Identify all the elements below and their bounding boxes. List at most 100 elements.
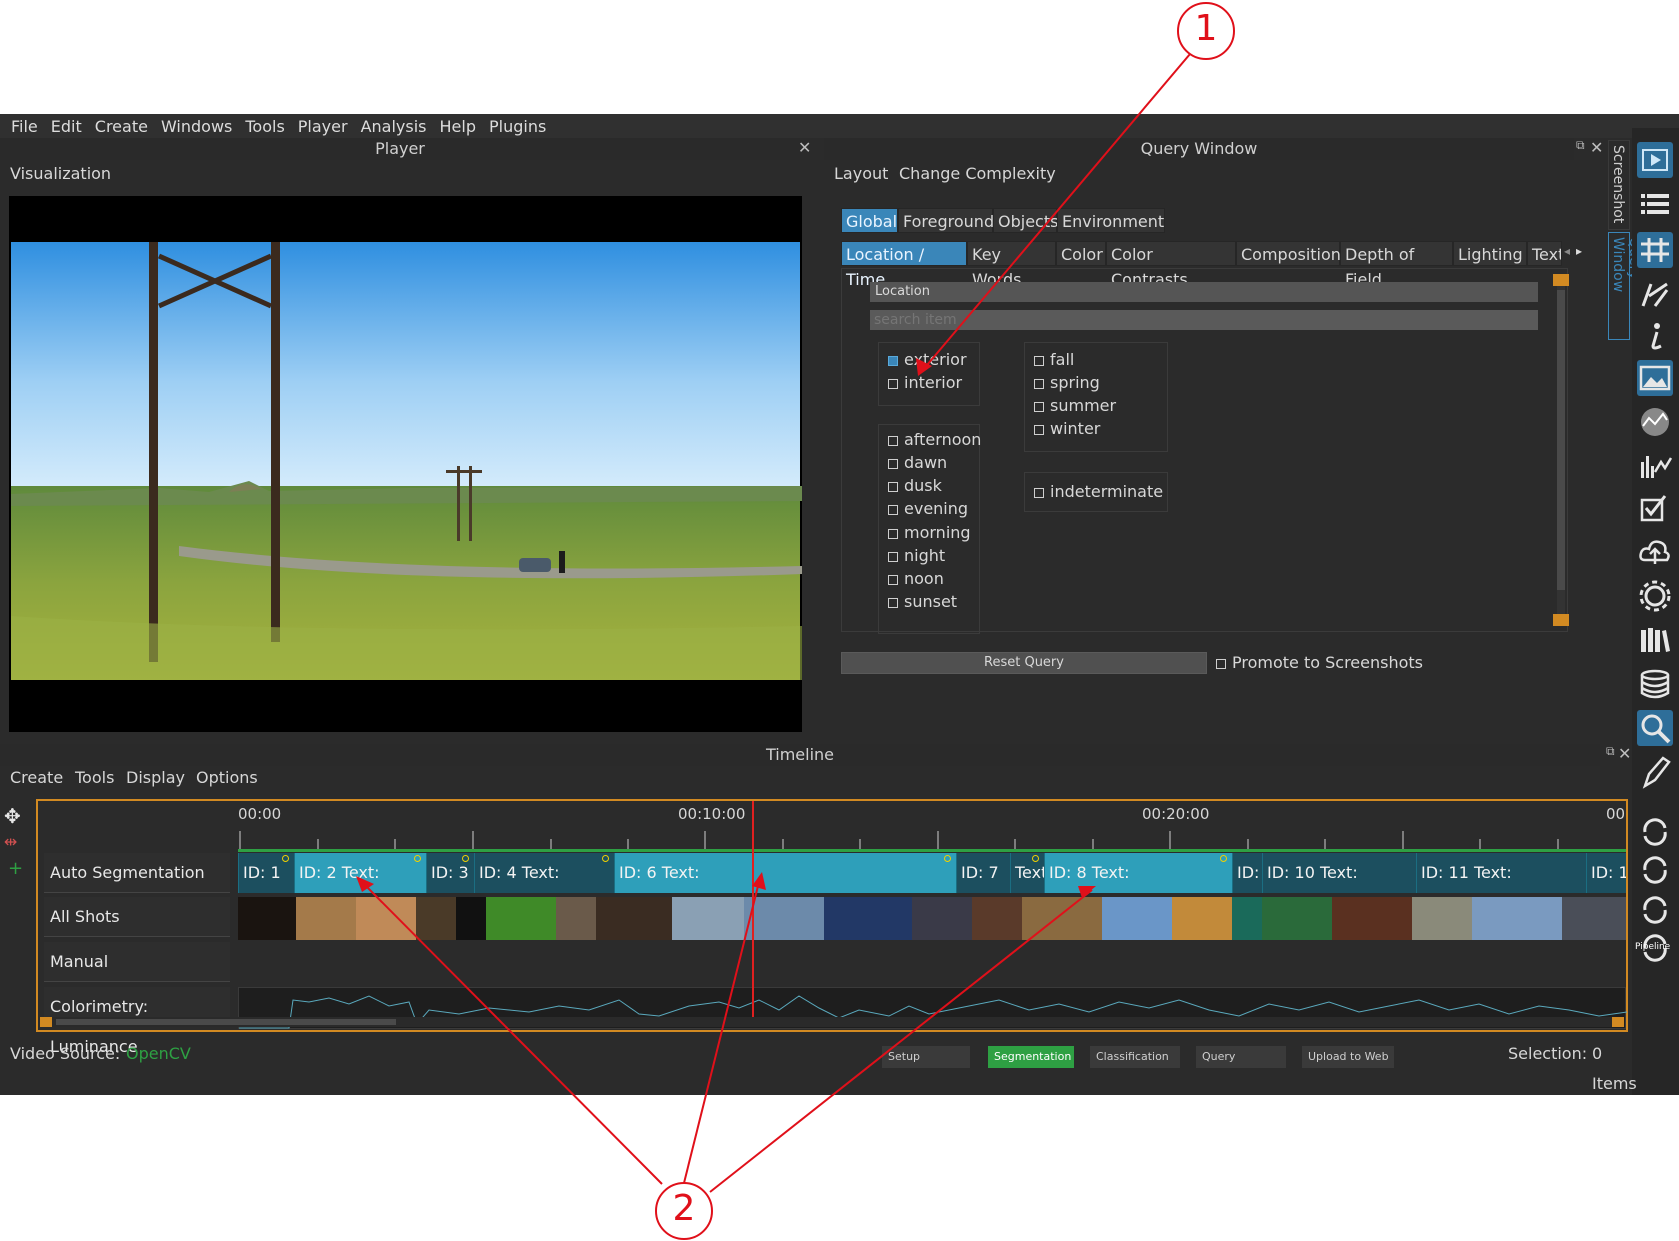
timeline-icon[interactable] [1637, 232, 1673, 268]
library-icon[interactable] [1637, 622, 1673, 658]
tab-foreground[interactable]: Foreground [898, 208, 994, 233]
checkbox-box[interactable] [888, 356, 898, 366]
colorimetry-icon[interactable] [1637, 404, 1673, 440]
checkbox-spring[interactable]: spring [1034, 372, 1100, 394]
tab-lighting[interactable]: Lighting [1453, 241, 1527, 266]
menu-windows[interactable]: Windows [161, 117, 232, 136]
timeline-menu-options[interactable]: Options [196, 768, 258, 787]
checkbox-box[interactable] [888, 379, 898, 389]
timeline-scrollbar[interactable] [40, 1017, 1624, 1027]
float-icon[interactable]: ⧉ [1606, 744, 1615, 759]
checkbox-exterior[interactable]: exterior [888, 349, 967, 371]
checkbox-box[interactable] [888, 552, 898, 562]
checkbox-box[interactable] [1034, 488, 1044, 498]
segment-8[interactable]: ID: 8 Text: [1044, 853, 1232, 893]
pipeline-step-classification[interactable]: Classification [1090, 1046, 1180, 1068]
segment-6[interactable]: ID: 6 Text: [614, 853, 956, 893]
search-icon[interactable] [1637, 710, 1673, 746]
menu-plugins[interactable]: Plugins [489, 117, 546, 136]
sync-icon[interactable] [1637, 814, 1673, 850]
chevron-left-icon[interactable]: ◂ [1564, 244, 1570, 258]
pipeline-icon[interactable]: Pipeline [1635, 930, 1673, 966]
all-shots-thumbnails[interactable] [238, 897, 1626, 940]
tab-depth-of-field[interactable]: Depth of Field [1340, 241, 1453, 289]
timeline-menu-display[interactable]: Display [126, 768, 185, 787]
refresh-icon[interactable] [1637, 852, 1673, 888]
tab-color[interactable]: Color [1056, 241, 1106, 266]
manual-track[interactable] [238, 942, 1626, 985]
menu-analysis[interactable]: Analysis [361, 117, 427, 136]
checkbox-box[interactable] [1034, 425, 1044, 435]
checkbox-box[interactable] [888, 529, 898, 539]
segment-12[interactable]: ID: 1 [1586, 853, 1626, 893]
segment-10[interactable]: ID: 10 Text: [1262, 853, 1416, 893]
checkbox-night[interactable]: night [888, 545, 945, 567]
track-label-all-shots[interactable]: All Shots [44, 897, 230, 937]
menu-player[interactable]: Player [298, 117, 348, 136]
timeline-area[interactable]: 00:00 00:10:00 00:20:00 00 Auto Segmenta… [36, 799, 1628, 1056]
menu-file[interactable]: File [11, 117, 38, 136]
tab-color-contrasts[interactable]: Color Contrasts [1106, 241, 1236, 289]
annotation-icon[interactable] [1637, 276, 1673, 312]
upload-cloud-icon[interactable] [1637, 534, 1673, 570]
player-icon[interactable] [1637, 142, 1673, 178]
checkbox-box[interactable] [888, 436, 898, 446]
checkbox-noon[interactable]: noon [888, 568, 944, 590]
tab-environment[interactable]: Environment [1057, 208, 1165, 233]
checklist-icon[interactable] [1637, 490, 1673, 526]
tab-text[interactable]: Text [1527, 241, 1562, 266]
scroll-up-button[interactable] [1553, 274, 1569, 286]
cut-icon[interactable]: ⇹ [4, 832, 17, 851]
checkbox-winter[interactable]: winter [1034, 418, 1100, 440]
search-input[interactable] [870, 310, 1538, 330]
checkbox-box[interactable] [1034, 356, 1044, 366]
tab-global[interactable]: Global [841, 208, 898, 233]
close-icon[interactable]: ✕ [798, 138, 811, 157]
checkbox-sunset[interactable]: sunset [888, 591, 957, 613]
video-frame[interactable] [9, 196, 802, 732]
menu-create[interactable]: Create [95, 117, 148, 136]
timeline-menu-tools[interactable]: Tools [75, 768, 114, 787]
checkbox-box[interactable] [888, 482, 898, 492]
checkbox-fall[interactable]: fall [1034, 349, 1074, 371]
checkbox-box[interactable] [888, 459, 898, 469]
database-icon[interactable] [1637, 666, 1673, 702]
checkbox-promote-to-screenshots[interactable]: Promote to Screenshots [1216, 652, 1423, 674]
pipeline-step-query[interactable]: Query [1196, 1046, 1286, 1068]
scrollbar-handle[interactable] [56, 1019, 396, 1025]
settings-gear-icon[interactable] [1637, 578, 1673, 614]
checkbox-box[interactable] [888, 505, 898, 515]
pipeline-step-setup[interactable]: Setup [882, 1046, 970, 1068]
tab-objects[interactable]: Objects [993, 208, 1058, 233]
checkbox-box[interactable] [1034, 402, 1044, 412]
add-icon[interactable]: + [8, 858, 23, 879]
checkbox-interior[interactable]: interior [888, 372, 962, 394]
segment-2[interactable]: ID: 2 Text: [294, 853, 426, 893]
segment-7[interactable]: ID: 7 [956, 853, 1010, 893]
track-label-manual[interactable]: Manual [44, 942, 230, 982]
pen-icon[interactable] [1637, 754, 1673, 790]
close-icon[interactable]: ✕ [1618, 744, 1631, 763]
segment-4[interactable]: ID: 4 Text: [474, 853, 614, 893]
pipeline-step-segmentation[interactable]: Segmentation [988, 1046, 1074, 1068]
segment-11[interactable]: ID: 11 Text: [1416, 853, 1586, 893]
image-icon[interactable] [1637, 360, 1673, 396]
track-label-auto-segmentation[interactable]: Auto Segmentation [44, 853, 230, 893]
reset-query-button[interactable]: Reset Query [841, 652, 1207, 674]
checkbox-evening[interactable]: evening [888, 498, 968, 520]
tab-key-words[interactable]: Key Words [967, 241, 1056, 289]
scrollbar-handle[interactable] [1557, 290, 1565, 590]
info-icon[interactable] [1637, 318, 1673, 354]
checkbox-box[interactable] [1034, 379, 1044, 389]
checkbox-summer[interactable]: summer [1034, 395, 1116, 417]
segment-9[interactable]: ID: [1232, 853, 1262, 893]
menu-tools[interactable]: Tools [245, 117, 284, 136]
checkbox-indeterminate[interactable]: indeterminate [1034, 481, 1163, 503]
tab-location-time[interactable]: Location / Time [841, 241, 967, 289]
close-icon[interactable]: ✕ [1590, 138, 1603, 157]
move-icon[interactable]: ✥ [4, 804, 21, 828]
playhead[interactable] [752, 801, 754, 1017]
query-menu-layout[interactable]: Layout [834, 164, 888, 183]
float-icon[interactable]: ⧉ [1576, 138, 1585, 153]
checkbox-box[interactable] [1216, 659, 1226, 669]
